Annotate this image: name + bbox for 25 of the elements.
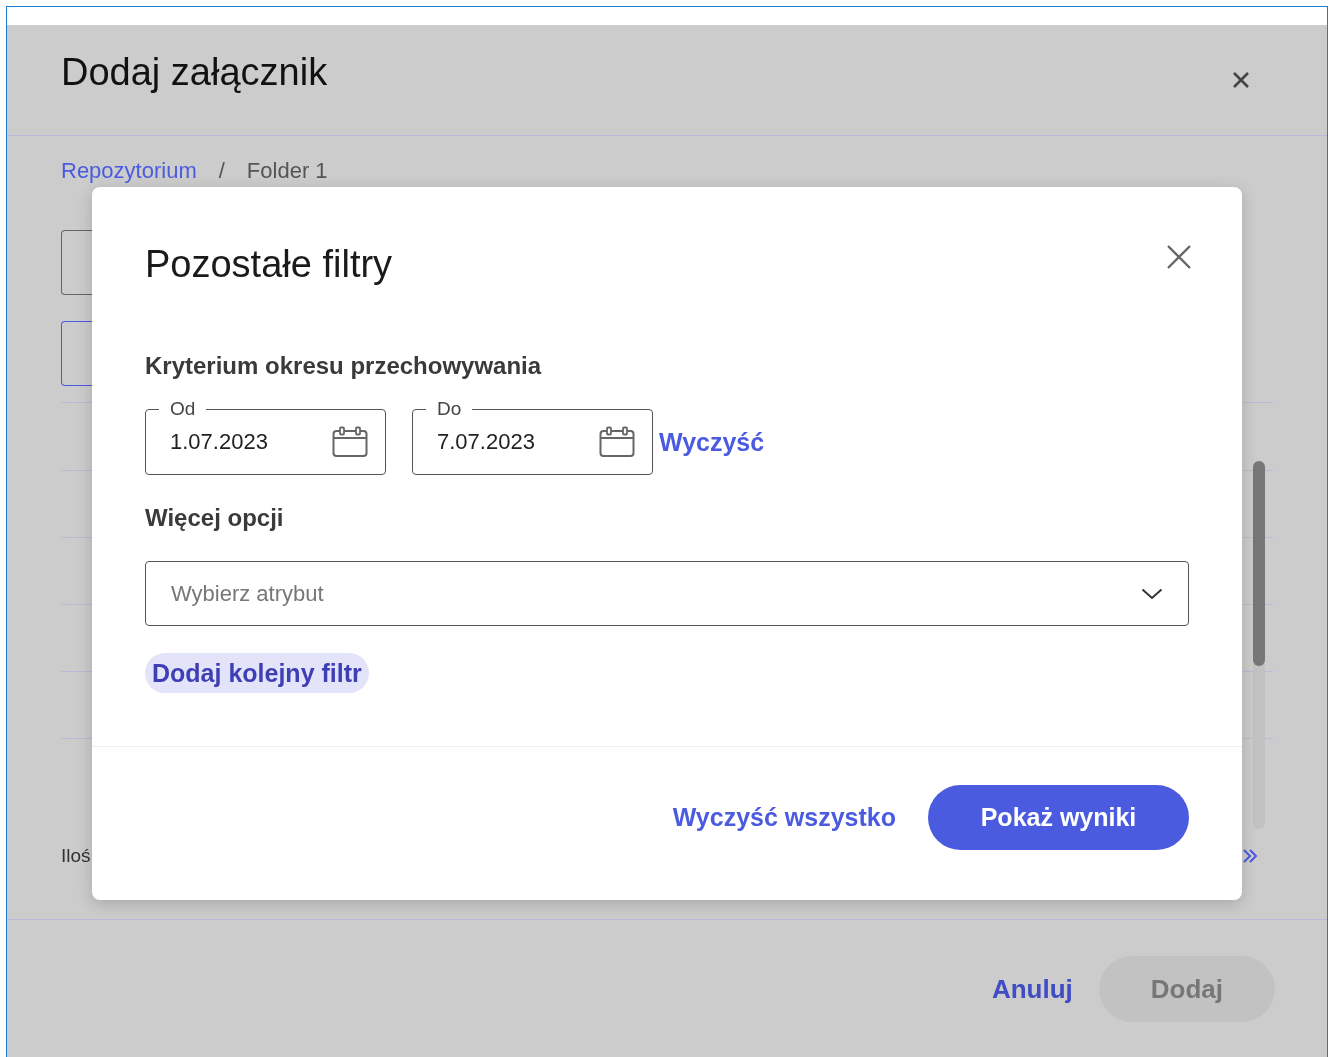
breadcrumb-separator: / <box>218 158 225 184</box>
chevron-down-icon <box>1141 587 1163 600</box>
clear-all-button[interactable]: Wyczyść wszystko <box>672 803 896 832</box>
attribute-select[interactable]: Wybierz atrybut <box>145 561 1189 626</box>
breadcrumb-item: Folder 1 <box>246 158 328 184</box>
dialog-title: Pozostałe filtry <box>145 242 393 287</box>
section-heading: Kryterium okresu przechowywania <box>144 351 543 381</box>
date-field[interactable]: Od 1.07.2023 <box>145 397 386 475</box>
date-value: 1.07.2023 <box>170 429 268 455</box>
cancel-button[interactable]: Anuluj <box>991 956 1073 1022</box>
breadcrumb-link[interactable]: Repozytorium <box>61 158 197 184</box>
section-heading: Więcej opcji <box>144 503 285 533</box>
add-filter-button[interactable]: Dodaj kolejny filtr <box>145 653 369 693</box>
calendar-icon[interactable] <box>599 426 635 458</box>
date-value: 7.07.2023 <box>437 429 535 455</box>
close-icon[interactable] <box>1166 244 1192 270</box>
double-chevron-icon[interactable] <box>1241 847 1259 865</box>
dialog-title: Dodaj załącznik <box>61 50 328 94</box>
clear-link[interactable]: Wyczyść <box>659 427 765 457</box>
calendar-icon[interactable] <box>332 426 368 458</box>
close-icon[interactable] <box>1231 70 1251 90</box>
show-results-button[interactable]: Pokaż wyniki <box>928 785 1189 850</box>
scrollbar[interactable] <box>1253 461 1265 829</box>
date-field[interactable]: Do 7.07.2023 <box>412 397 653 475</box>
count-label: Iloś <box>61 845 91 867</box>
